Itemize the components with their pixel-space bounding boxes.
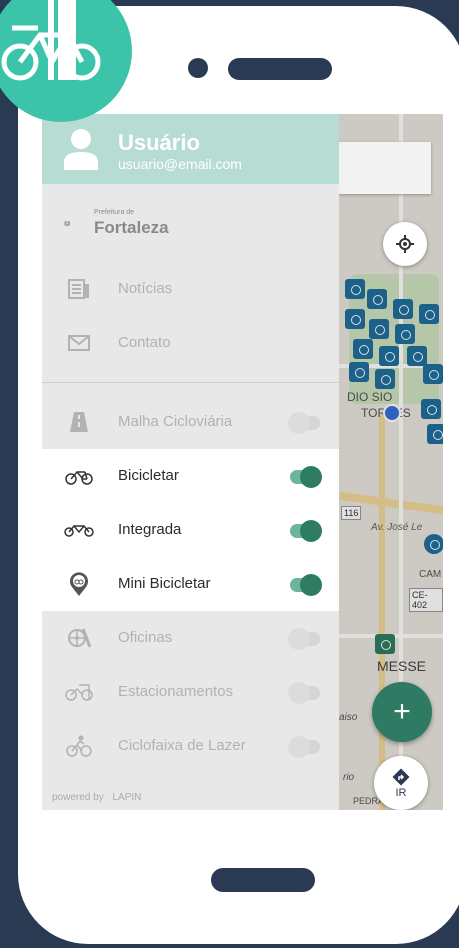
logo-subtitle: Prefeitura de bbox=[94, 209, 135, 216]
city-crest-icon bbox=[64, 221, 70, 227]
directions-icon bbox=[392, 768, 410, 786]
powered-by-footer: powered by LAPIN bbox=[52, 792, 141, 803]
app-screen: DIO SIO TORRES 116 Av. José Le CAM CE-40… bbox=[42, 114, 443, 810]
mail-icon bbox=[64, 329, 94, 357]
navigation-drawer: Usuário usuario@email.com Prefeitura de … bbox=[42, 114, 339, 810]
layer-label: Oficinas bbox=[118, 629, 173, 646]
plus-icon: + bbox=[393, 695, 411, 728]
my-location-button[interactable] bbox=[383, 222, 427, 266]
menu-item-label: Notícias bbox=[118, 280, 173, 297]
layer-label: Malha Cicloviária bbox=[118, 413, 233, 430]
layer-toggle[interactable] bbox=[288, 520, 322, 542]
camera-dot bbox=[188, 58, 208, 78]
menu-item-label: Contato bbox=[118, 334, 171, 351]
layer-label: Ciclofaixa de Lazer bbox=[118, 737, 246, 754]
menu-item-noticias[interactable]: Notícias bbox=[42, 262, 339, 316]
user-name: Usuário bbox=[118, 130, 200, 155]
layer-toggle[interactable] bbox=[288, 682, 322, 704]
powered-by-text: powered by bbox=[52, 792, 104, 803]
crosshair-icon bbox=[396, 235, 414, 253]
layer-label: Mini Bicicletar bbox=[118, 575, 211, 592]
layer-item-oficinas[interactable]: Oficinas bbox=[42, 611, 339, 665]
layer-item-mini-bicicletar[interactable]: Mini Bicicletar bbox=[42, 557, 339, 611]
cyclist-icon bbox=[64, 732, 94, 760]
search-bar[interactable] bbox=[339, 142, 431, 194]
layer-toggle[interactable] bbox=[288, 736, 322, 758]
user-email: usuario@email.com bbox=[118, 156, 242, 172]
logo-title: Fortaleza bbox=[94, 218, 169, 237]
menu-item-contato[interactable]: Contato bbox=[42, 316, 339, 370]
bicycle-icon bbox=[64, 462, 94, 490]
add-button[interactable]: + bbox=[372, 682, 432, 742]
layer-item-estacionamentos[interactable]: Estacionamentos bbox=[42, 665, 339, 719]
navigate-button[interactable]: IR bbox=[374, 756, 428, 810]
bike-parking-icon bbox=[64, 678, 94, 706]
layer-toggle[interactable] bbox=[288, 412, 322, 434]
bike-pin-icon bbox=[64, 570, 94, 598]
layer-toggle[interactable] bbox=[288, 466, 322, 488]
menu-divider bbox=[42, 382, 339, 383]
layer-toggle[interactable] bbox=[288, 628, 322, 650]
layer-item-integrada[interactable]: Integrada bbox=[42, 503, 339, 557]
drawer-header: Usuário usuario@email.com bbox=[42, 114, 339, 184]
layer-item-malha-cicloviaria[interactable]: Malha Cicloviária bbox=[42, 395, 339, 449]
layer-item-ciclofaixa-de-lazer[interactable]: Ciclofaixa de Lazer bbox=[42, 719, 339, 773]
layer-label: Integrada bbox=[118, 521, 182, 538]
layer-item-bicicletar[interactable]: Bicicletar bbox=[42, 449, 339, 503]
speaker-grill bbox=[228, 58, 332, 80]
layer-label: Bicicletar bbox=[118, 467, 179, 484]
home-button[interactable] bbox=[211, 868, 315, 892]
news-icon bbox=[64, 275, 94, 303]
user-avatar-icon bbox=[64, 129, 98, 170]
navigate-label: IR bbox=[395, 787, 407, 799]
road-icon bbox=[64, 408, 94, 436]
layer-label: Estacionamentos bbox=[118, 683, 234, 700]
layer-toggle[interactable] bbox=[288, 574, 322, 596]
repair-wheel-icon bbox=[64, 624, 94, 652]
lapin-brand: LAPIN bbox=[112, 792, 142, 803]
tandem-bike-icon bbox=[64, 516, 94, 544]
